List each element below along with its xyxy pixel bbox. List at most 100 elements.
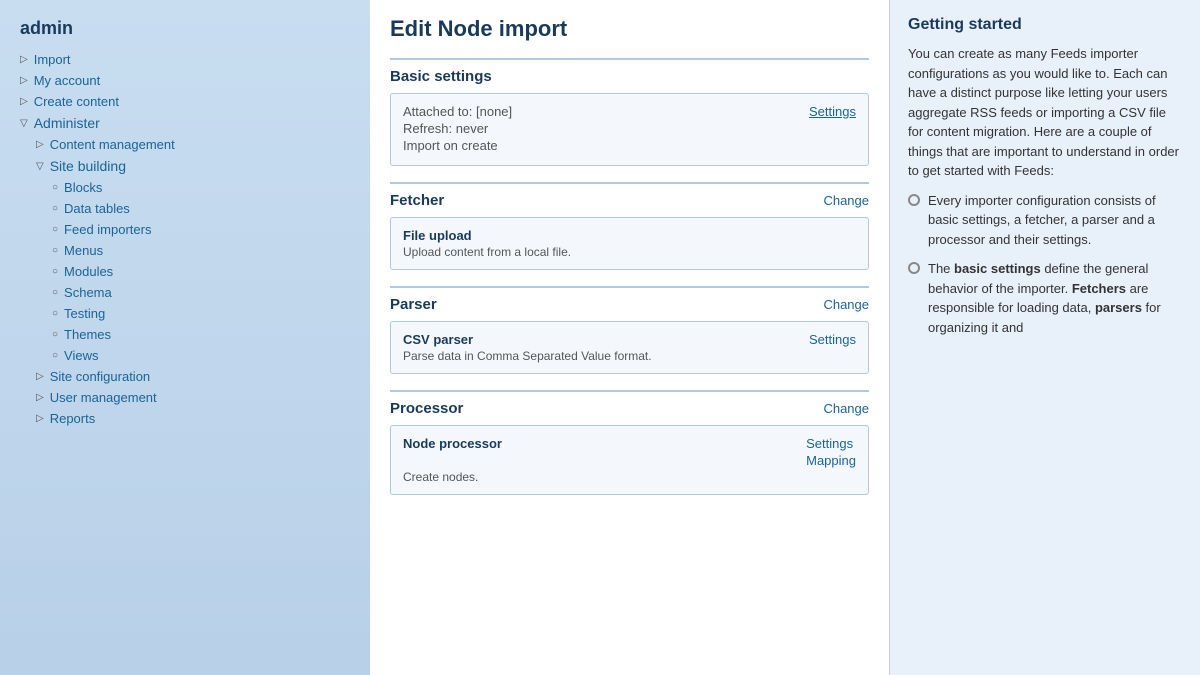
parser-desc: Parse data in Comma Separated Value form… <box>403 349 856 363</box>
import-on-create-text: Import on create <box>403 138 856 153</box>
processor-heading: Processor Change <box>390 390 869 417</box>
sidebar-item-modules[interactable]: ○ Modules <box>0 261 370 282</box>
sidebar-item-user-management[interactable]: ▷ User management <box>0 387 370 408</box>
parser-label: Parser <box>390 296 437 313</box>
sidebar-item-views[interactable]: ○ Views <box>0 345 370 366</box>
sidebar-item-site-building[interactable]: ▽ Site building <box>0 155 370 177</box>
sidebar-item-label: My account <box>34 73 100 88</box>
sidebar-item-administer[interactable]: ▽ Administer <box>0 112 370 134</box>
parser-heading: Parser Change <box>390 286 869 313</box>
sidebar-item-label: Feed importers <box>64 222 151 237</box>
basic-settings-heading: Basic settings <box>390 58 869 85</box>
sidebar-item-data-tables[interactable]: ○ Data tables <box>0 198 370 219</box>
sidebar-item-label: Site configuration <box>50 369 150 384</box>
right-panel-intro: You can create as many Feeds importer co… <box>908 44 1182 181</box>
sidebar-item-label: Blocks <box>64 180 102 195</box>
fetcher-heading: Fetcher Change <box>390 182 869 209</box>
circle-icon: ○ <box>52 182 58 193</box>
attached-to-row: Attached to: [none] Settings <box>403 104 856 121</box>
sidebar-item-create-content[interactable]: ▷ Create content <box>0 91 370 112</box>
arrow-icon: ▽ <box>20 118 28 129</box>
circle-icon: ○ <box>52 266 58 277</box>
sidebar-item-label: Site building <box>50 158 126 174</box>
basic-settings-section: Basic settings Attached to: [none] Setti… <box>390 58 869 166</box>
bullet-icon <box>908 194 920 206</box>
sidebar-item-label: Reports <box>50 411 96 426</box>
processor-section: Processor Change Node processor Settings… <box>390 390 869 495</box>
fetcher-change-link[interactable]: Change <box>823 193 869 208</box>
sidebar-item-label: Menus <box>64 243 103 258</box>
bullet-icon <box>908 262 920 274</box>
processor-desc: Create nodes. <box>403 470 856 484</box>
sidebar-item-import[interactable]: ▷ Import <box>0 49 370 70</box>
sidebar-item-label: Content management <box>50 137 175 152</box>
sidebar-item-label: Views <box>64 348 98 363</box>
circle-icon: ○ <box>52 308 58 319</box>
sidebar-item-label: Data tables <box>64 201 130 216</box>
sidebar-item-feed-importers[interactable]: ○ Feed importers <box>0 219 370 240</box>
circle-icon: ○ <box>52 224 58 235</box>
sidebar-item-label: Themes <box>64 327 111 342</box>
arrow-icon: ▷ <box>20 75 28 86</box>
parser-name: CSV parser <box>403 332 473 347</box>
arrow-icon: ▷ <box>36 371 44 382</box>
processor-links: Settings Mapping <box>806 436 856 468</box>
sidebar-item-label: Modules <box>64 264 113 279</box>
processor-box: Node processor Settings Mapping Create n… <box>390 425 869 495</box>
arrow-icon: ▷ <box>20 96 28 107</box>
page-title: Edit Node import <box>390 16 869 42</box>
basic-settings-link[interactable]: Settings <box>809 104 856 119</box>
arrow-icon: ▽ <box>36 161 44 172</box>
parser-change-link[interactable]: Change <box>823 297 869 312</box>
sidebar-item-label: Schema <box>64 285 112 300</box>
circle-icon: ○ <box>52 245 58 256</box>
list-item-text: The basic settings define the general be… <box>928 259 1182 337</box>
arrow-icon: ▷ <box>20 54 28 65</box>
sidebar-item-blocks[interactable]: ○ Blocks <box>0 177 370 198</box>
sidebar-item-label: Testing <box>64 306 105 321</box>
sidebar-item-label: Create content <box>34 94 119 109</box>
circle-icon: ○ <box>52 329 58 340</box>
arrow-icon: ▷ <box>36 392 44 403</box>
basic-settings-box: Attached to: [none] Settings Refresh: ne… <box>390 93 869 166</box>
processor-change-link[interactable]: Change <box>823 401 869 416</box>
fetcher-desc: Upload content from a local file. <box>403 245 856 259</box>
sidebar-item-themes[interactable]: ○ Themes <box>0 324 370 345</box>
sidebar-title: admin <box>0 10 370 49</box>
list-item-text: Every importer configuration consists of… <box>928 191 1182 250</box>
sidebar-item-label: User management <box>50 390 157 405</box>
parser-settings-link[interactable]: Settings <box>809 332 856 347</box>
parser-name-row: CSV parser Settings <box>403 332 856 347</box>
sidebar-item-label: Import <box>34 52 71 67</box>
parser-section: Parser Change CSV parser Settings Parse … <box>390 286 869 374</box>
list-item: The basic settings define the general be… <box>908 259 1182 337</box>
fetcher-box: File upload Upload content from a local … <box>390 217 869 270</box>
sidebar-item-content-management[interactable]: ▷ Content management <box>0 134 370 155</box>
processor-label: Processor <box>390 400 463 417</box>
arrow-icon: ▷ <box>36 139 44 150</box>
circle-icon: ○ <box>52 203 58 214</box>
fetcher-name: File upload <box>403 228 856 243</box>
processor-settings-link[interactable]: Settings <box>806 436 856 451</box>
attached-to-text: Attached to: [none] <box>403 104 512 119</box>
fetcher-section: Fetcher Change File upload Upload conten… <box>390 182 869 270</box>
sidebar-item-site-configuration[interactable]: ▷ Site configuration <box>0 366 370 387</box>
refresh-text: Refresh: never <box>403 121 856 136</box>
processor-name: Node processor <box>403 436 502 468</box>
fetcher-label: Fetcher <box>390 192 444 209</box>
sidebar-item-my-account[interactable]: ▷ My account <box>0 70 370 91</box>
basic-settings-label: Basic settings <box>390 68 492 85</box>
processor-mapping-link[interactable]: Mapping <box>806 453 856 468</box>
sidebar-item-menus[interactable]: ○ Menus <box>0 240 370 261</box>
sidebar: admin ▷ Import ▷ My account ▷ Create con… <box>0 0 370 675</box>
processor-name-row: Node processor Settings Mapping <box>403 436 856 468</box>
sidebar-item-testing[interactable]: ○ Testing <box>0 303 370 324</box>
right-panel-title: Getting started <box>908 16 1182 34</box>
list-item: Every importer configuration consists of… <box>908 191 1182 250</box>
arrow-icon: ▷ <box>36 413 44 424</box>
sidebar-item-schema[interactable]: ○ Schema <box>0 282 370 303</box>
sidebar-item-reports[interactable]: ▷ Reports <box>0 408 370 429</box>
circle-icon: ○ <box>52 287 58 298</box>
content-area: Edit Node import Basic settings Attached… <box>370 0 890 675</box>
right-panel-list: Every importer configuration consists of… <box>908 191 1182 338</box>
